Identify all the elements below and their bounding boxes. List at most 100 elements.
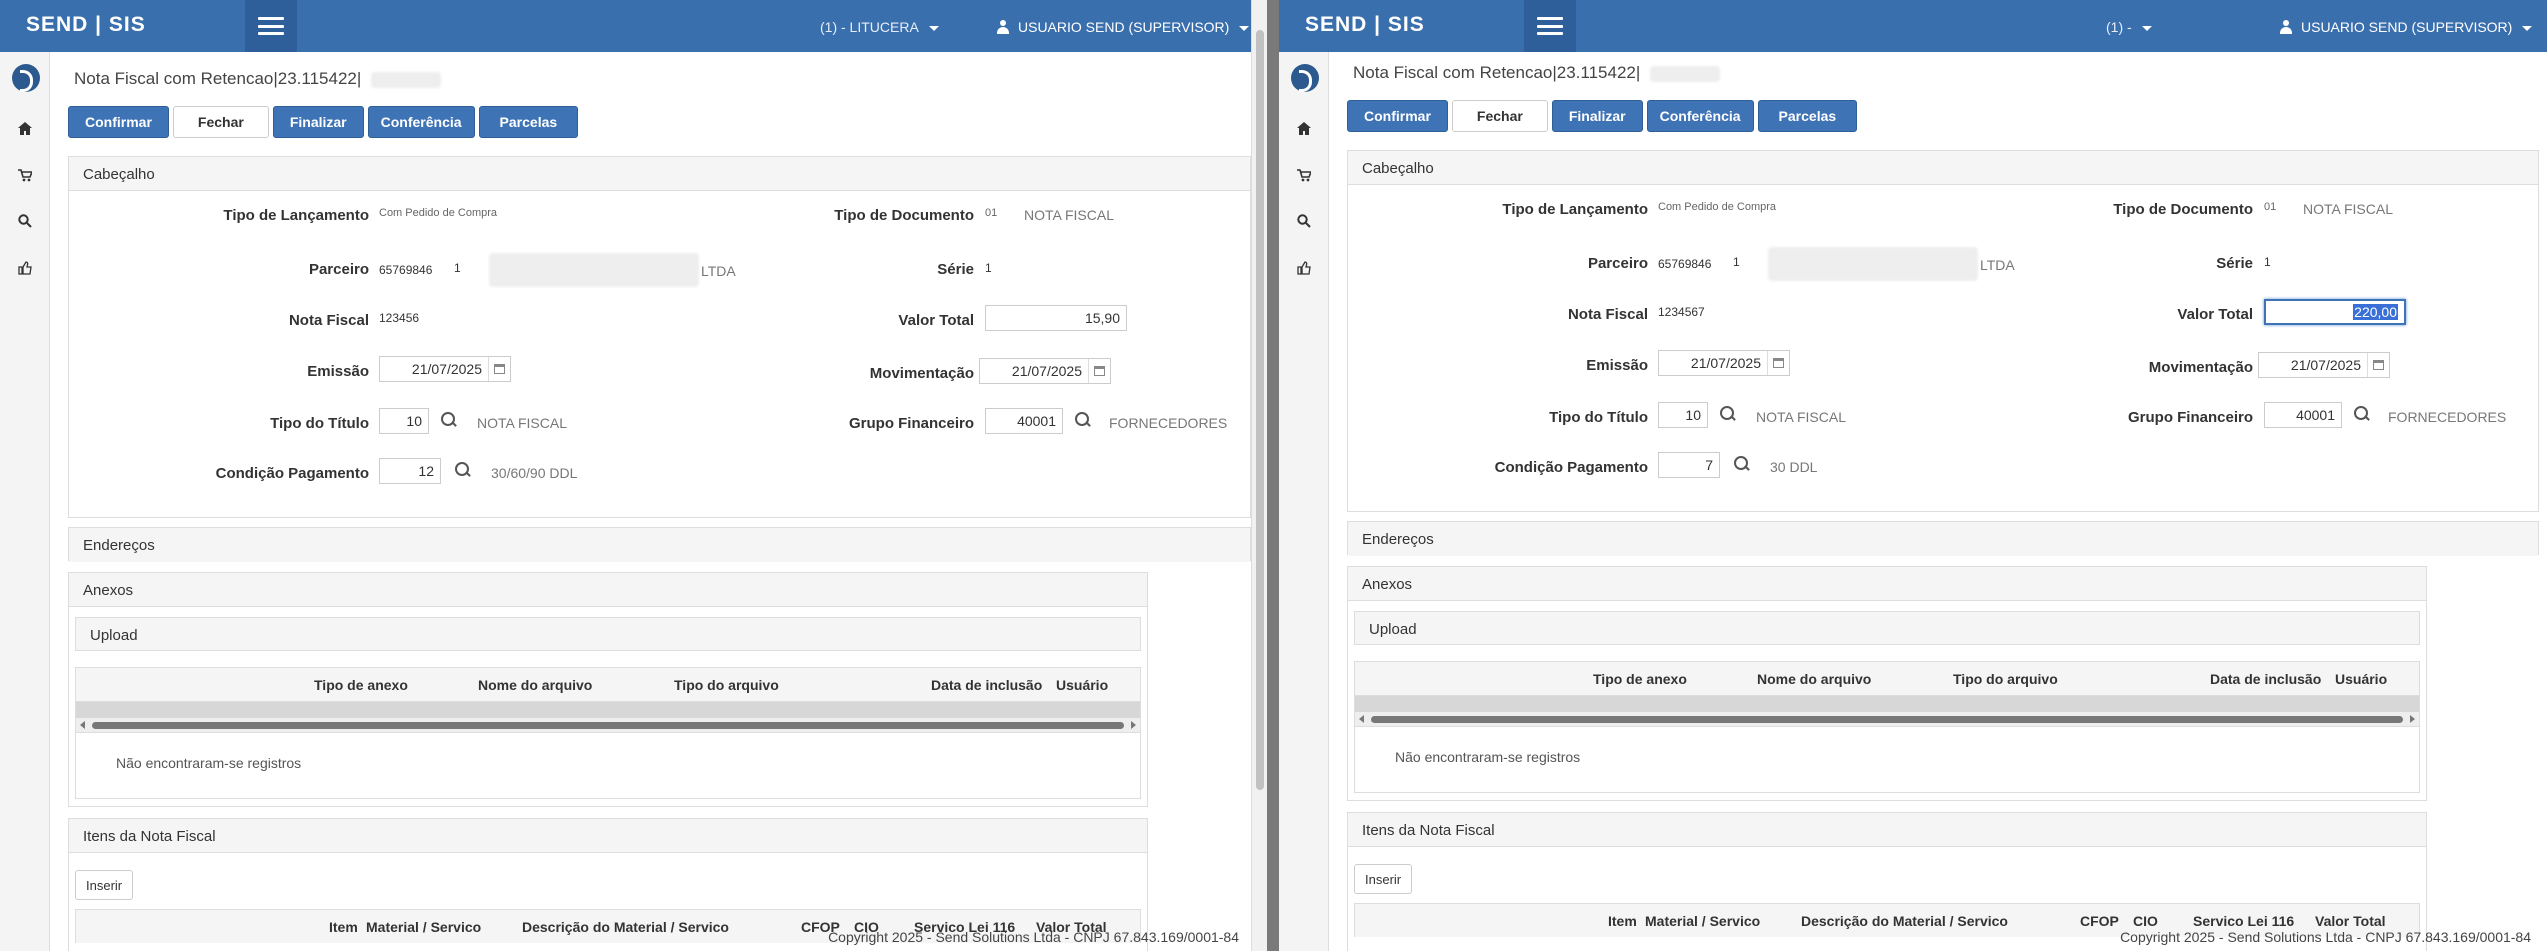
check-button[interactable]: Conferência — [1646, 100, 1754, 132]
col-material-servico[interactable]: Material / Servico — [366, 919, 481, 935]
col-tipo-arquivo[interactable]: Tipo do arquivo — [674, 677, 779, 693]
search-icon[interactable] — [455, 462, 471, 478]
col-item[interactable]: Item — [1608, 913, 1637, 929]
scroll-right-icon[interactable] — [2410, 715, 2415, 723]
horizontal-scrollbar[interactable] — [1355, 712, 2419, 726]
emissao-date-input[interactable]: 21/07/2025 — [1658, 350, 1790, 376]
cart-icon[interactable] — [1296, 167, 1312, 183]
sidebar — [0, 52, 50, 951]
insert-button[interactable]: Inserir — [1354, 864, 1413, 894]
col-material-servico[interactable]: Material / Servico — [1645, 913, 1760, 929]
calendar-icon[interactable] — [1088, 359, 1110, 383]
company-selector[interactable]: (1) - — [2106, 19, 2152, 35]
finish-button[interactable]: Finalizar — [1551, 100, 1643, 132]
menu-toggle-button[interactable] — [1524, 0, 1576, 52]
addresses-section-title[interactable]: Endereços — [69, 528, 1250, 562]
col-descricao[interactable]: Descrição do Material / Servico — [1801, 913, 2008, 929]
insert-button[interactable]: Inserir — [75, 870, 134, 900]
search-icon[interactable] — [17, 213, 33, 229]
upload-title[interactable]: Upload — [76, 618, 1140, 650]
chevron-down-icon — [928, 25, 939, 31]
user-icon — [996, 20, 1010, 34]
finish-button[interactable]: Finalizar — [272, 106, 364, 138]
installments-button[interactable]: Parcelas — [478, 106, 579, 138]
condicao-pagamento-input[interactable]: 12 — [379, 458, 441, 484]
scroll-left-icon[interactable] — [1359, 715, 1364, 723]
grupo-financeiro-input[interactable]: 40001 — [985, 408, 1063, 434]
col-cfop[interactable]: CFOP — [2080, 913, 2119, 929]
calendar-icon[interactable] — [1767, 351, 1789, 375]
col-descricao[interactable]: Descrição do Material / Servico — [522, 919, 729, 935]
col-nome-arquivo[interactable]: Nome do arquivo — [1757, 671, 1871, 687]
send-logo-icon[interactable] — [1291, 64, 1319, 92]
search-icon[interactable] — [2354, 406, 2370, 422]
tipo-lancamento-value: Com Pedido de Compra — [1658, 201, 1777, 213]
send-logo-icon[interactable] — [12, 64, 40, 92]
user-menu[interactable]: USUARIO SEND (SUPERVISOR) — [2279, 19, 2533, 35]
col-servico-lei[interactable]: Servico Lei 116 — [2193, 913, 2294, 929]
col-nome-arquivo[interactable]: Nome do arquivo — [478, 677, 592, 693]
movimentacao-date-input[interactable]: 21/07/2025 — [979, 358, 1111, 384]
thumbs-up-icon[interactable] — [1296, 260, 1312, 276]
scroll-right-icon[interactable] — [1131, 721, 1136, 729]
col-tipo-anexo[interactable]: Tipo de anexo — [1593, 671, 1687, 687]
check-button[interactable]: Conferência — [367, 106, 475, 138]
upload-panel[interactable]: Upload — [75, 617, 1141, 651]
split-divider[interactable] — [1267, 0, 1279, 951]
main-content: Nota Fiscal com Retencao|23.115422| Conf… — [50, 52, 1267, 951]
tipo-documento-code: 01 — [2264, 201, 2277, 213]
addresses-section-title[interactable]: Endereços — [1348, 522, 2538, 556]
movimentacao-date-input[interactable]: 21/07/2025 — [2258, 352, 2390, 378]
scrollbar-thumb[interactable] — [1256, 30, 1264, 790]
upload-panel[interactable]: Upload — [1354, 611, 2420, 645]
col-usuario[interactable]: Usuário — [2335, 671, 2387, 687]
valor-total-input[interactable]: 15,90 — [985, 305, 1127, 331]
user-menu[interactable]: USUARIO SEND (SUPERVISOR) — [996, 19, 1250, 35]
tipo-lancamento-label: Tipo de Lançamento — [223, 207, 369, 224]
addresses-panel[interactable]: Endereços — [68, 527, 1251, 562]
confirm-button[interactable]: Confirmar — [1347, 100, 1448, 132]
scroll-left-icon[interactable] — [80, 721, 85, 729]
home-icon[interactable] — [1296, 120, 1312, 136]
col-tipo-anexo[interactable]: Tipo de anexo — [314, 677, 408, 693]
close-button[interactable]: Fechar — [1451, 100, 1548, 132]
col-valor-total[interactable]: Valor Total — [2315, 913, 2386, 929]
col-data-inclusao[interactable]: Data de inclusão — [2210, 671, 2321, 687]
confirm-button[interactable]: Confirmar — [68, 106, 169, 138]
emissao-date-input[interactable]: 21/07/2025 — [379, 356, 511, 382]
close-button[interactable]: Fechar — [172, 106, 269, 138]
calendar-icon[interactable] — [2367, 353, 2389, 377]
attachments-table: Tipo de anexo Nome do arquivo Tipo do ar… — [1354, 661, 2420, 793]
home-icon[interactable] — [17, 120, 33, 136]
tipo-titulo-input[interactable]: 10 — [1658, 402, 1708, 428]
col-usuario[interactable]: Usuário — [1056, 677, 1108, 693]
company-selector[interactable]: (1) - LITUCERA — [820, 19, 939, 35]
search-icon[interactable] — [441, 412, 457, 428]
valor-total-input[interactable]: 220,00 — [2264, 299, 2406, 325]
search-icon[interactable] — [1296, 213, 1312, 229]
installments-button[interactable]: Parcelas — [1757, 100, 1858, 132]
search-icon[interactable] — [1734, 456, 1750, 472]
col-data-inclusao[interactable]: Data de inclusão — [931, 677, 1042, 693]
nota-fiscal-value: 123456 — [379, 311, 420, 325]
condicao-pagamento-input[interactable]: 7 — [1658, 452, 1720, 478]
tipo-documento-desc: NOTA FISCAL — [2303, 201, 2393, 217]
upload-title[interactable]: Upload — [1355, 612, 2419, 644]
addresses-panel[interactable]: Endereços — [1347, 521, 2539, 556]
tipo-lancamento-value: Com Pedido de Compra — [379, 207, 498, 219]
search-icon[interactable] — [1720, 406, 1736, 422]
thumbs-up-icon[interactable] — [17, 260, 33, 276]
tipo-titulo-input[interactable]: 10 — [379, 408, 429, 434]
cart-icon[interactable] — [17, 167, 33, 183]
col-cio[interactable]: CIO — [2133, 913, 2158, 929]
search-icon[interactable] — [1075, 412, 1091, 428]
menu-toggle-button[interactable] — [245, 0, 297, 52]
col-item[interactable]: Item — [329, 919, 358, 935]
company-label: (1) - — [2106, 19, 2132, 35]
grupo-financeiro-input[interactable]: 40001 — [2264, 402, 2342, 428]
user-icon — [2279, 20, 2293, 34]
vertical-scrollbar[interactable] — [1251, 0, 1267, 951]
horizontal-scrollbar[interactable] — [76, 718, 1140, 732]
col-tipo-arquivo[interactable]: Tipo do arquivo — [1953, 671, 2058, 687]
calendar-icon[interactable] — [488, 357, 510, 381]
